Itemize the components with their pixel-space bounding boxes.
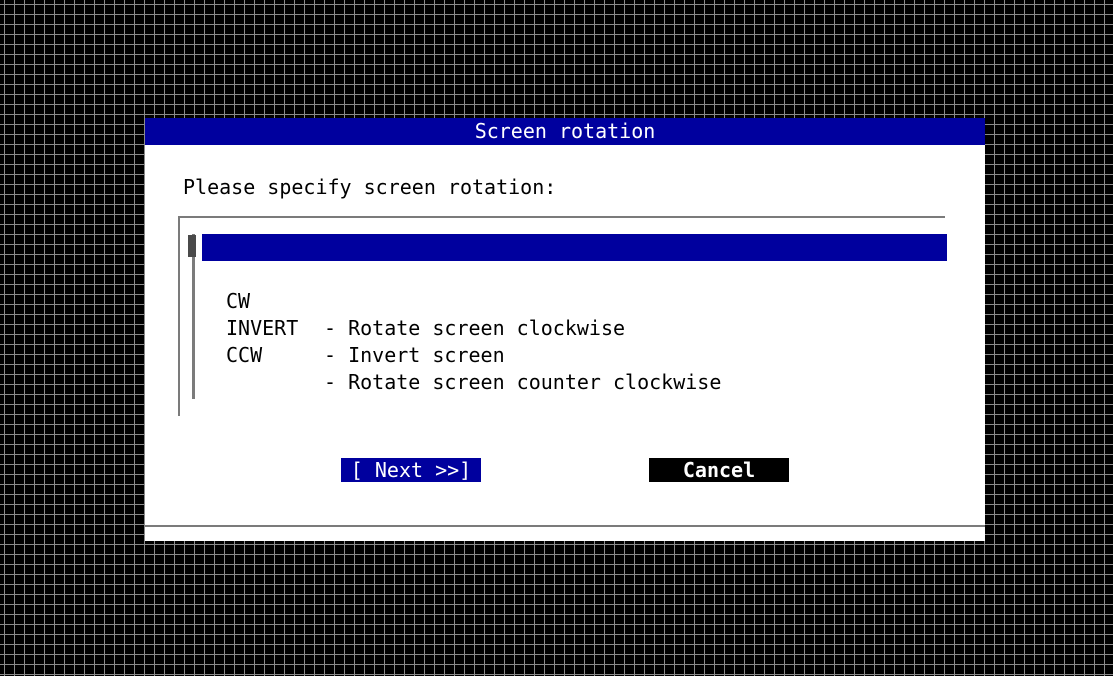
dialog-footer-divider: [145, 525, 985, 527]
next-button[interactable]: [ Next >>]: [341, 458, 481, 482]
list-scrollbar-track: [192, 234, 195, 399]
option-normal[interactable]: Normal - Do not rotate: [202, 234, 947, 313]
rotation-options-list[interactable]: Normal - Do not rotate CW - Rotate scree…: [178, 216, 947, 416]
screen-rotation-dialog: Screen rotation Please specify screen ro…: [145, 118, 985, 541]
option-ccw[interactable]: CCW - Rotate screen counter clockwise: [202, 315, 947, 394]
option-invert[interactable]: INVERT - Invert screen: [202, 288, 947, 367]
option-description: - Invert screen: [324, 343, 505, 367]
cancel-button[interactable]: Cancel: [649, 458, 789, 482]
list-scroll-thumb[interactable]: [188, 235, 196, 257]
option-key: CCW: [226, 343, 263, 367]
option-description: - Rotate screen counter clockwise: [324, 370, 722, 394]
rotation-prompt: Please specify screen rotation:: [183, 175, 557, 199]
dialog-title: Screen rotation: [145, 118, 985, 145]
option-cw[interactable]: CW - Rotate screen clockwise: [202, 261, 947, 340]
